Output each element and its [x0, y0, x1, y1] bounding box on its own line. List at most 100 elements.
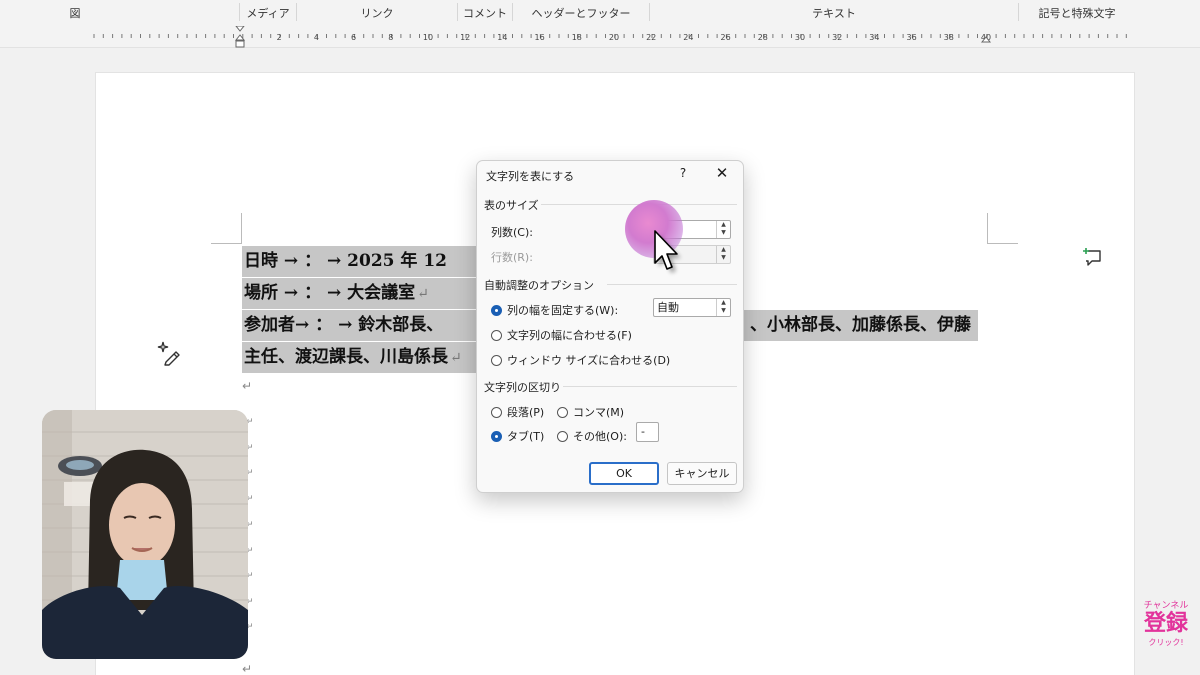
rows-label: 行数(R):	[491, 251, 533, 264]
presenter-webcam	[42, 410, 248, 659]
crop-mark	[211, 213, 242, 244]
ribbon-group-label: ヘッダーとフッター	[531, 7, 631, 20]
ruler-number: 34	[869, 33, 879, 42]
line-text: 、小林部長、加藤係長、伊藤	[750, 315, 971, 335]
cancel-button[interactable]: キャンセル	[667, 462, 737, 485]
radio-label: ウィンドウ サイズに合わせる(D)	[507, 354, 671, 367]
dialog-title: 文字列を表にする	[486, 170, 575, 183]
crop-mark	[987, 213, 1018, 244]
radio-indicator	[491, 304, 502, 316]
paragraph-mark: ↵	[417, 286, 429, 302]
fixed-width-spinner[interactable]: 自動 ▲ ▼	[653, 298, 731, 317]
line-text: 場所 → ： → 大会議室	[244, 283, 416, 303]
spinner-arrows-icon[interactable]: ▲ ▼	[716, 299, 730, 316]
radio-indicator	[491, 329, 502, 341]
tab-separator-radio[interactable]: タブ(T)	[491, 428, 544, 444]
group-divider	[607, 284, 737, 285]
horizontal-ruler[interactable]: 246810121416182022242628303234363840	[0, 26, 1200, 48]
radio-label: その他(O):	[573, 430, 627, 443]
close-button[interactable]: ✕	[714, 164, 730, 182]
other-separator-input[interactable]: -	[636, 422, 659, 442]
radio-indicator	[491, 430, 502, 442]
empty-paragraph-mark: ↵	[242, 662, 253, 675]
ribbon-group-label: メディア	[246, 7, 290, 20]
badge-main-text: 登録	[1143, 611, 1188, 636]
ruler-number: 36	[907, 33, 917, 42]
ruler-number: 8	[388, 33, 393, 42]
ribbon-group-comments[interactable]: コメント	[458, 0, 512, 26]
radio-indicator	[557, 406, 568, 418]
table-size-group-label: 表のサイズ	[484, 199, 539, 212]
ribbon-group-label: リンク	[360, 7, 394, 20]
convert-text-to-table-dialog: 文字列を表にする ? ✕ 表のサイズ 列数(C): 3 ▲▼ 行数(R): ▲▼…	[476, 160, 744, 493]
left-indent-marker[interactable]	[235, 40, 245, 48]
ribbon-group-label: 記号と特殊文字	[1038, 7, 1116, 20]
ruler-number: 28	[758, 33, 768, 42]
paragraph-separator-radio[interactable]: 段落(P)	[491, 404, 544, 420]
fit-window-radio[interactable]: ウィンドウ サイズに合わせる(D)	[491, 352, 670, 368]
document-line[interactable]: 日時 → ： → 2025 年 12	[242, 246, 478, 277]
ruler-number: 30	[795, 33, 805, 42]
line-text: 参加者→ ： → 鈴木部長、	[244, 315, 444, 335]
mouse-cursor-icon	[651, 229, 685, 281]
help-button[interactable]: ?	[676, 166, 690, 180]
radio-indicator	[491, 354, 502, 366]
ribbon-group-header-footer[interactable]: ヘッダーとフッター	[513, 0, 649, 26]
radio-indicator	[557, 430, 568, 442]
ruler-number: 22	[646, 33, 656, 42]
ruler-number: 26	[721, 33, 731, 42]
fixed-width-value: 自動	[657, 301, 679, 314]
empty-paragraph-mark: ↵	[242, 379, 253, 393]
ruler-scale: 246810121416182022242628303234363840	[93, 26, 1127, 48]
ribbon-group-text[interactable]: テキスト	[650, 0, 1018, 26]
separator-group-label: 文字列の区切り	[484, 381, 561, 394]
ruler-number: 12	[460, 33, 470, 42]
group-divider	[563, 386, 737, 387]
ruler-number: 2	[277, 33, 282, 42]
columns-label: 列数(C):	[491, 226, 533, 239]
comma-separator-radio[interactable]: コンマ(M)	[557, 404, 624, 420]
ribbon-group-label: 図	[69, 7, 81, 20]
ruler-number: 10	[423, 33, 433, 42]
fit-contents-radio[interactable]: 文字列の幅に合わせる(F)	[491, 327, 632, 343]
paragraph-mark: ↵	[450, 350, 462, 366]
ribbon-group-labels: 図 メディア リンク コメント ヘッダーとフッター テキスト 記号と特殊文字	[0, 0, 1200, 26]
ribbon-group-illustrations[interactable]: 図	[60, 0, 90, 26]
ribbon-group-label: テキスト	[812, 7, 856, 20]
ribbon-group-symbols[interactable]: 記号と特殊文字	[1019, 0, 1135, 26]
line-text: 日時 → ： → 2025 年 12	[244, 251, 447, 271]
new-comment-icon[interactable]	[1081, 246, 1103, 272]
radio-label: 段落(P)	[507, 406, 545, 419]
document-line[interactable]: 場所 → ： → 大会議室 ↵	[242, 278, 478, 309]
ruler-number: 32	[832, 33, 842, 42]
radio-indicator	[491, 406, 502, 418]
ruler-number: 18	[572, 33, 582, 42]
ribbon-group-media[interactable]: メディア	[240, 0, 296, 26]
document-line[interactable]: 主任、渡辺課長、川島係長 ↵	[242, 342, 478, 373]
fixed-width-radio[interactable]: 列の幅を固定する(W):	[491, 302, 618, 318]
badge-bottom-text: クリック!	[1148, 638, 1184, 647]
document-line[interactable]: 参加者→ ： → 鈴木部長、	[242, 310, 478, 341]
copilot-sparkle-icon[interactable]	[156, 340, 182, 370]
ruler-number: 6	[351, 33, 356, 42]
radio-label: コンマ(M)	[573, 406, 625, 419]
ok-button[interactable]: OK	[589, 462, 659, 485]
ruler-number: 20	[609, 33, 619, 42]
ruler-number: 38	[944, 33, 954, 42]
badge-top-text: チャンネル	[1143, 601, 1189, 611]
ruler-number: 16	[535, 33, 545, 42]
ruler-number: 14	[497, 33, 507, 42]
ribbon-group-links[interactable]: リンク	[297, 0, 457, 26]
autofit-group-label: 自動調整のオプション	[484, 279, 594, 292]
spinner-arrows-icon[interactable]: ▲ ▼	[716, 221, 730, 238]
channel-subscribe-badge[interactable]: チャンネル 登録 クリック!	[1138, 598, 1194, 654]
radio-label: タブ(T)	[507, 430, 545, 443]
other-separator-radio[interactable]: その他(O):	[557, 428, 627, 444]
radio-label: 文字列の幅に合わせる(F)	[507, 329, 632, 342]
ribbon-group-label: コメント	[463, 7, 507, 20]
first-line-indent-marker[interactable]	[235, 26, 245, 32]
line-text: 主任、渡辺課長、川島係長	[244, 347, 448, 367]
spinner-arrows-icon: ▲ ▼	[716, 246, 730, 263]
ruler-number: 4	[314, 33, 319, 42]
document-line-tail[interactable]: 、小林部長、加藤係長、伊藤	[744, 310, 978, 341]
